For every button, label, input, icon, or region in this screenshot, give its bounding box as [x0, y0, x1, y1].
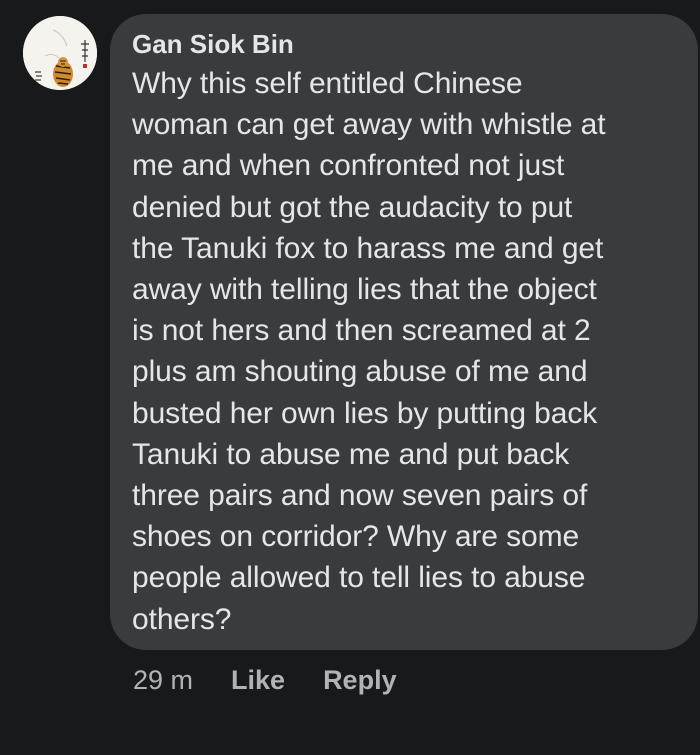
avatar[interactable] — [23, 16, 97, 90]
reply-button[interactable]: Reply — [323, 665, 397, 696]
comment-bubble: Gan Siok Bin Why this self entitled Chin… — [110, 14, 698, 650]
comment-line: shoes on corridor? Why are some — [132, 520, 580, 554]
comment-line: away with telling lies that the object — [132, 273, 597, 307]
comment-line: Why this self entitled Chinese — [132, 67, 523, 100]
comment-actions: 29 m Like Reply — [133, 662, 435, 698]
comment-line: the Tanuki fox to harass me and get — [132, 231, 604, 265]
comment-line: woman can get away with whistle at — [132, 108, 606, 142]
comment-line: me and when confronted not just — [132, 149, 565, 183]
comment-line: three pairs and now seven pairs of — [132, 479, 588, 513]
comment-author[interactable]: Gan Siok Bin — [132, 29, 676, 59]
comment-line: denied but got the audacity to put — [132, 190, 573, 224]
comment-line: others? — [132, 602, 232, 636]
comment-line: busted her own lies by putting back — [132, 396, 598, 430]
tiger-painting-avatar-icon — [23, 16, 97, 90]
like-button[interactable]: Like — [231, 665, 285, 696]
comment-line: is not hers and then screamed at 2 — [132, 314, 591, 348]
comment-line: people allowed to tell lies to abuse — [132, 561, 586, 595]
comment-line: plus am shouting abuse of me and — [132, 355, 588, 389]
comment: Gan Siok Bin Why this self entitled Chin… — [0, 0, 700, 755]
comment-line: Tanuki to abuse me and put back — [132, 437, 570, 471]
comment-timestamp[interactable]: 29 m — [133, 665, 193, 696]
comment-text: Why this self entitled Chinese woman can… — [132, 63, 676, 640]
